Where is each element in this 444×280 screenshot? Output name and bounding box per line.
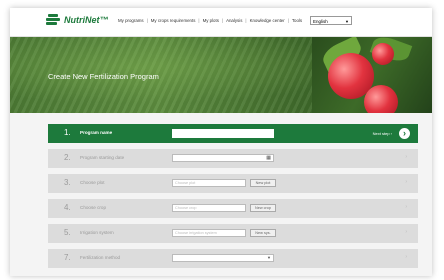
step-number: 3. — [64, 178, 71, 187]
new-plot-button[interactable]: New plot — [250, 179, 276, 187]
logo-text: NutriNet™ — [64, 15, 109, 25]
language-select[interactable]: English ▼ — [310, 16, 352, 25]
program-name-input[interactable] — [172, 129, 274, 138]
irrigation-input[interactable]: Choose irrigation system — [172, 229, 246, 237]
radish-photo — [312, 37, 432, 113]
hero-banner: Create New Fertilization Program — [10, 37, 432, 113]
chevron-right-icon: › — [405, 179, 407, 185]
calendar-icon[interactable]: ▦ — [266, 155, 271, 161]
date-input[interactable]: ▦ — [172, 154, 274, 162]
step-number: 1. — [64, 128, 71, 137]
step-fertilization-method: 7. Fertilization method ▼ › — [48, 249, 418, 268]
step-program-name: 1. Program name Next step › › — [48, 124, 418, 143]
nav-my-plots[interactable]: My plots — [203, 18, 219, 23]
step-number: 7. — [64, 253, 71, 262]
step-program-starting-date: 2. Program starting date ▦ › — [48, 149, 418, 168]
step-irrigation-system: 5. Irrigation system Choose irrigation s… — [48, 224, 418, 243]
fertilization-method-select[interactable]: ▼ — [172, 254, 274, 262]
top-bar: NutriNet™ My programs | My crops requirem… — [10, 8, 432, 37]
nav-tools[interactable]: Tools — [292, 18, 302, 23]
step-number: 5. — [64, 228, 71, 237]
step-choose-crop: 4. Choose crop Choose crop New crop › — [48, 199, 418, 218]
step-label: Program name — [80, 130, 113, 135]
step-label: Program starting date — [80, 155, 125, 160]
radish-shape — [364, 85, 398, 113]
step-label: Choose plot — [80, 180, 105, 185]
new-irrigation-button[interactable]: New sys. — [250, 229, 276, 237]
next-step-link[interactable]: Next step › — [373, 131, 392, 136]
new-crop-button[interactable]: New crop — [250, 204, 276, 212]
chevron-right-icon: › — [405, 154, 407, 160]
radish-shape — [372, 43, 394, 65]
nav-analysis[interactable]: Analysis — [226, 18, 242, 23]
arrow-right-icon[interactable]: › — [399, 128, 410, 139]
step-number: 2. — [64, 153, 71, 162]
page-title: Create New Fertilization Program — [48, 72, 159, 81]
language-value: English — [313, 19, 328, 24]
nutrinet-logo-icon — [46, 14, 60, 26]
nav-separator: | — [146, 18, 148, 23]
step-choose-plot: 3. Choose plot Choose plot New plot › — [48, 174, 418, 193]
nav-my-programs[interactable]: My programs — [118, 18, 144, 23]
step-label: Irrigation system — [80, 230, 114, 235]
nav-my-crops-requirements[interactable]: My crops requirements — [151, 18, 196, 23]
chevron-down-icon: ▼ — [345, 19, 349, 24]
step-label: Fertilization method — [80, 255, 121, 260]
nav-knowledge-center[interactable]: Knowledge center — [250, 18, 285, 23]
main-nav: My programs | My crops requirements | My p… — [118, 18, 302, 23]
app-window: NutriNet™ My programs | My crops requirem… — [10, 8, 432, 276]
chevron-down-icon: ▼ — [267, 255, 271, 260]
nav-separator: | — [221, 18, 224, 23]
step-label: Choose crop — [80, 205, 107, 210]
step-number: 4. — [64, 203, 71, 212]
plot-input[interactable]: Choose plot — [172, 179, 246, 187]
chevron-right-icon: › — [405, 204, 407, 210]
logo[interactable]: NutriNet™ — [46, 14, 109, 26]
nav-separator: | — [287, 18, 289, 23]
nav-separator: | — [198, 18, 200, 23]
crop-input[interactable]: Choose crop — [172, 204, 246, 212]
nav-separator: | — [245, 18, 247, 23]
chevron-right-icon: › — [405, 254, 407, 260]
chevron-right-icon: › — [405, 229, 407, 235]
